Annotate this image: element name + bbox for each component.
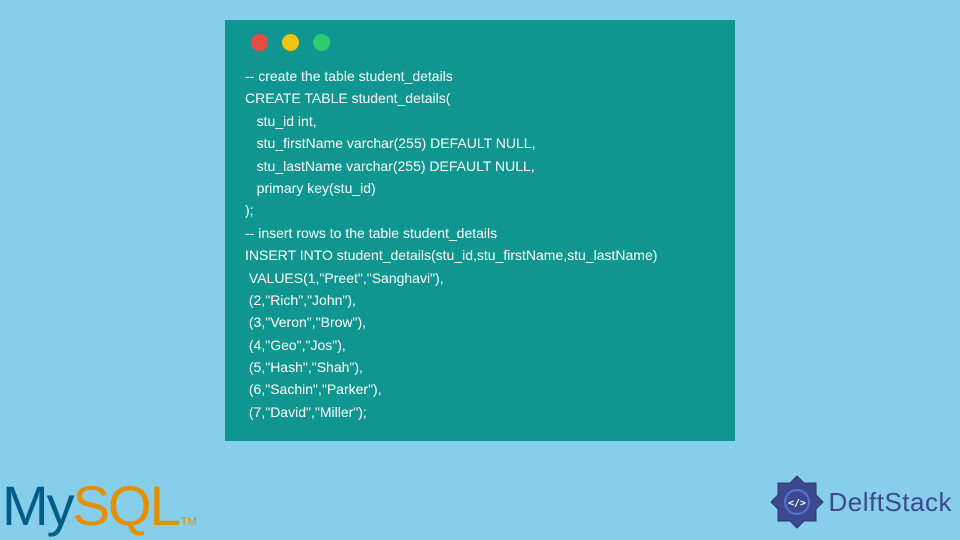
window-controls [245, 34, 715, 51]
mysql-logo-sql: SQL [73, 474, 179, 537]
delftstack-text: DelftStack [829, 487, 953, 518]
mysql-logo-tm: TM [181, 516, 197, 528]
mysql-logo: MySQLTM [2, 473, 197, 538]
svg-text:</>: </> [787, 498, 805, 509]
code-block: -- create the table student_details CREA… [245, 65, 715, 423]
close-icon[interactable] [251, 34, 268, 51]
mysql-logo-my: My [2, 474, 73, 537]
delftstack-badge-icon: </> [769, 474, 825, 530]
minimize-icon[interactable] [282, 34, 299, 51]
delftstack-logo: </> DelftStack [769, 474, 953, 530]
code-window: -- create the table student_details CREA… [225, 20, 735, 441]
maximize-icon[interactable] [313, 34, 330, 51]
